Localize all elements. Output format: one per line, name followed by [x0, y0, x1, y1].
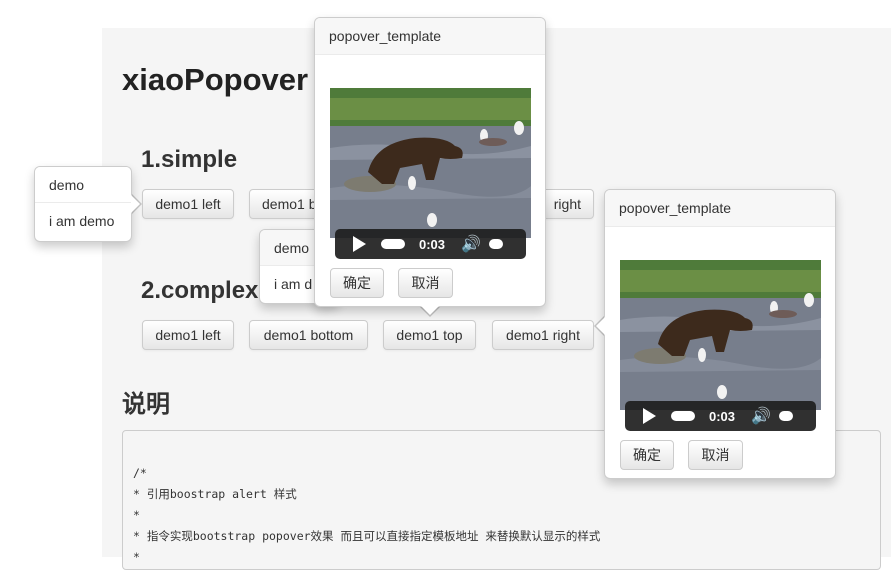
popover-arrow-inner	[421, 306, 439, 315]
popover-title: demo	[35, 167, 131, 203]
volume-slider[interactable]	[778, 411, 793, 421]
code-line: * 引用boostrap alert 样式	[133, 487, 297, 501]
volume-icon[interactable]: 🔊	[461, 234, 481, 254]
popover-ok-button[interactable]: 确定	[620, 440, 674, 470]
popover-cancel-button[interactable]: 取消	[398, 268, 453, 298]
popover-title: popover_template	[315, 18, 545, 55]
popover-arrow-inner	[131, 195, 140, 213]
video-time: 0:03	[709, 408, 736, 424]
play-icon[interactable]	[643, 408, 656, 424]
volume-slider[interactable]	[488, 239, 503, 249]
video-time: 0:03	[419, 236, 446, 252]
code-line: *	[133, 550, 140, 564]
code-line: *	[133, 508, 140, 522]
section-description-heading: 说明	[122, 390, 170, 418]
section-complex-heading: 2.complex	[141, 277, 259, 304]
bear-video[interactable]	[620, 260, 821, 410]
page-title: xiaoPopover	[122, 62, 309, 97]
complex-demo-top-button[interactable]: demo1 top	[383, 320, 476, 350]
popover-arrow-inner	[596, 317, 605, 335]
bear-video[interactable]	[330, 88, 531, 238]
popover-cancel-button[interactable]: 取消	[688, 440, 743, 470]
progress-slider[interactable]	[381, 239, 405, 249]
complex-demo-bottom-button[interactable]: demo1 bottom	[249, 320, 368, 350]
popover-template-right: popover_template 0:03 🔊 确定 取消	[594, 189, 836, 479]
complex-demo-right-button[interactable]: demo1 right	[492, 320, 594, 350]
volume-icon[interactable]: 🔊	[751, 406, 771, 426]
video-frame	[620, 260, 821, 410]
code-line: * 指令实现bootstrap popover效果 而且可以直接指定模板地址 来…	[133, 529, 601, 543]
popover-demo-left: demo i am demo	[34, 166, 142, 242]
simple-demo-left-button[interactable]: demo1 left	[142, 189, 234, 219]
video-frame	[330, 88, 531, 238]
popover-ok-button[interactable]: 确定	[330, 268, 384, 298]
popover-template-top: popover_template 0:03 🔊 确定 取消	[314, 17, 546, 317]
popover-content: i am demo	[49, 213, 115, 229]
play-icon[interactable]	[353, 236, 366, 252]
popover-title: popover_template	[605, 190, 835, 227]
progress-slider[interactable]	[671, 411, 695, 421]
video-controls: 0:03 🔊	[335, 229, 526, 259]
complex-demo-left-button[interactable]: demo1 left	[142, 320, 234, 350]
section-simple-heading: 1.simple	[141, 146, 238, 173]
video-controls: 0:03 🔊	[625, 401, 816, 431]
